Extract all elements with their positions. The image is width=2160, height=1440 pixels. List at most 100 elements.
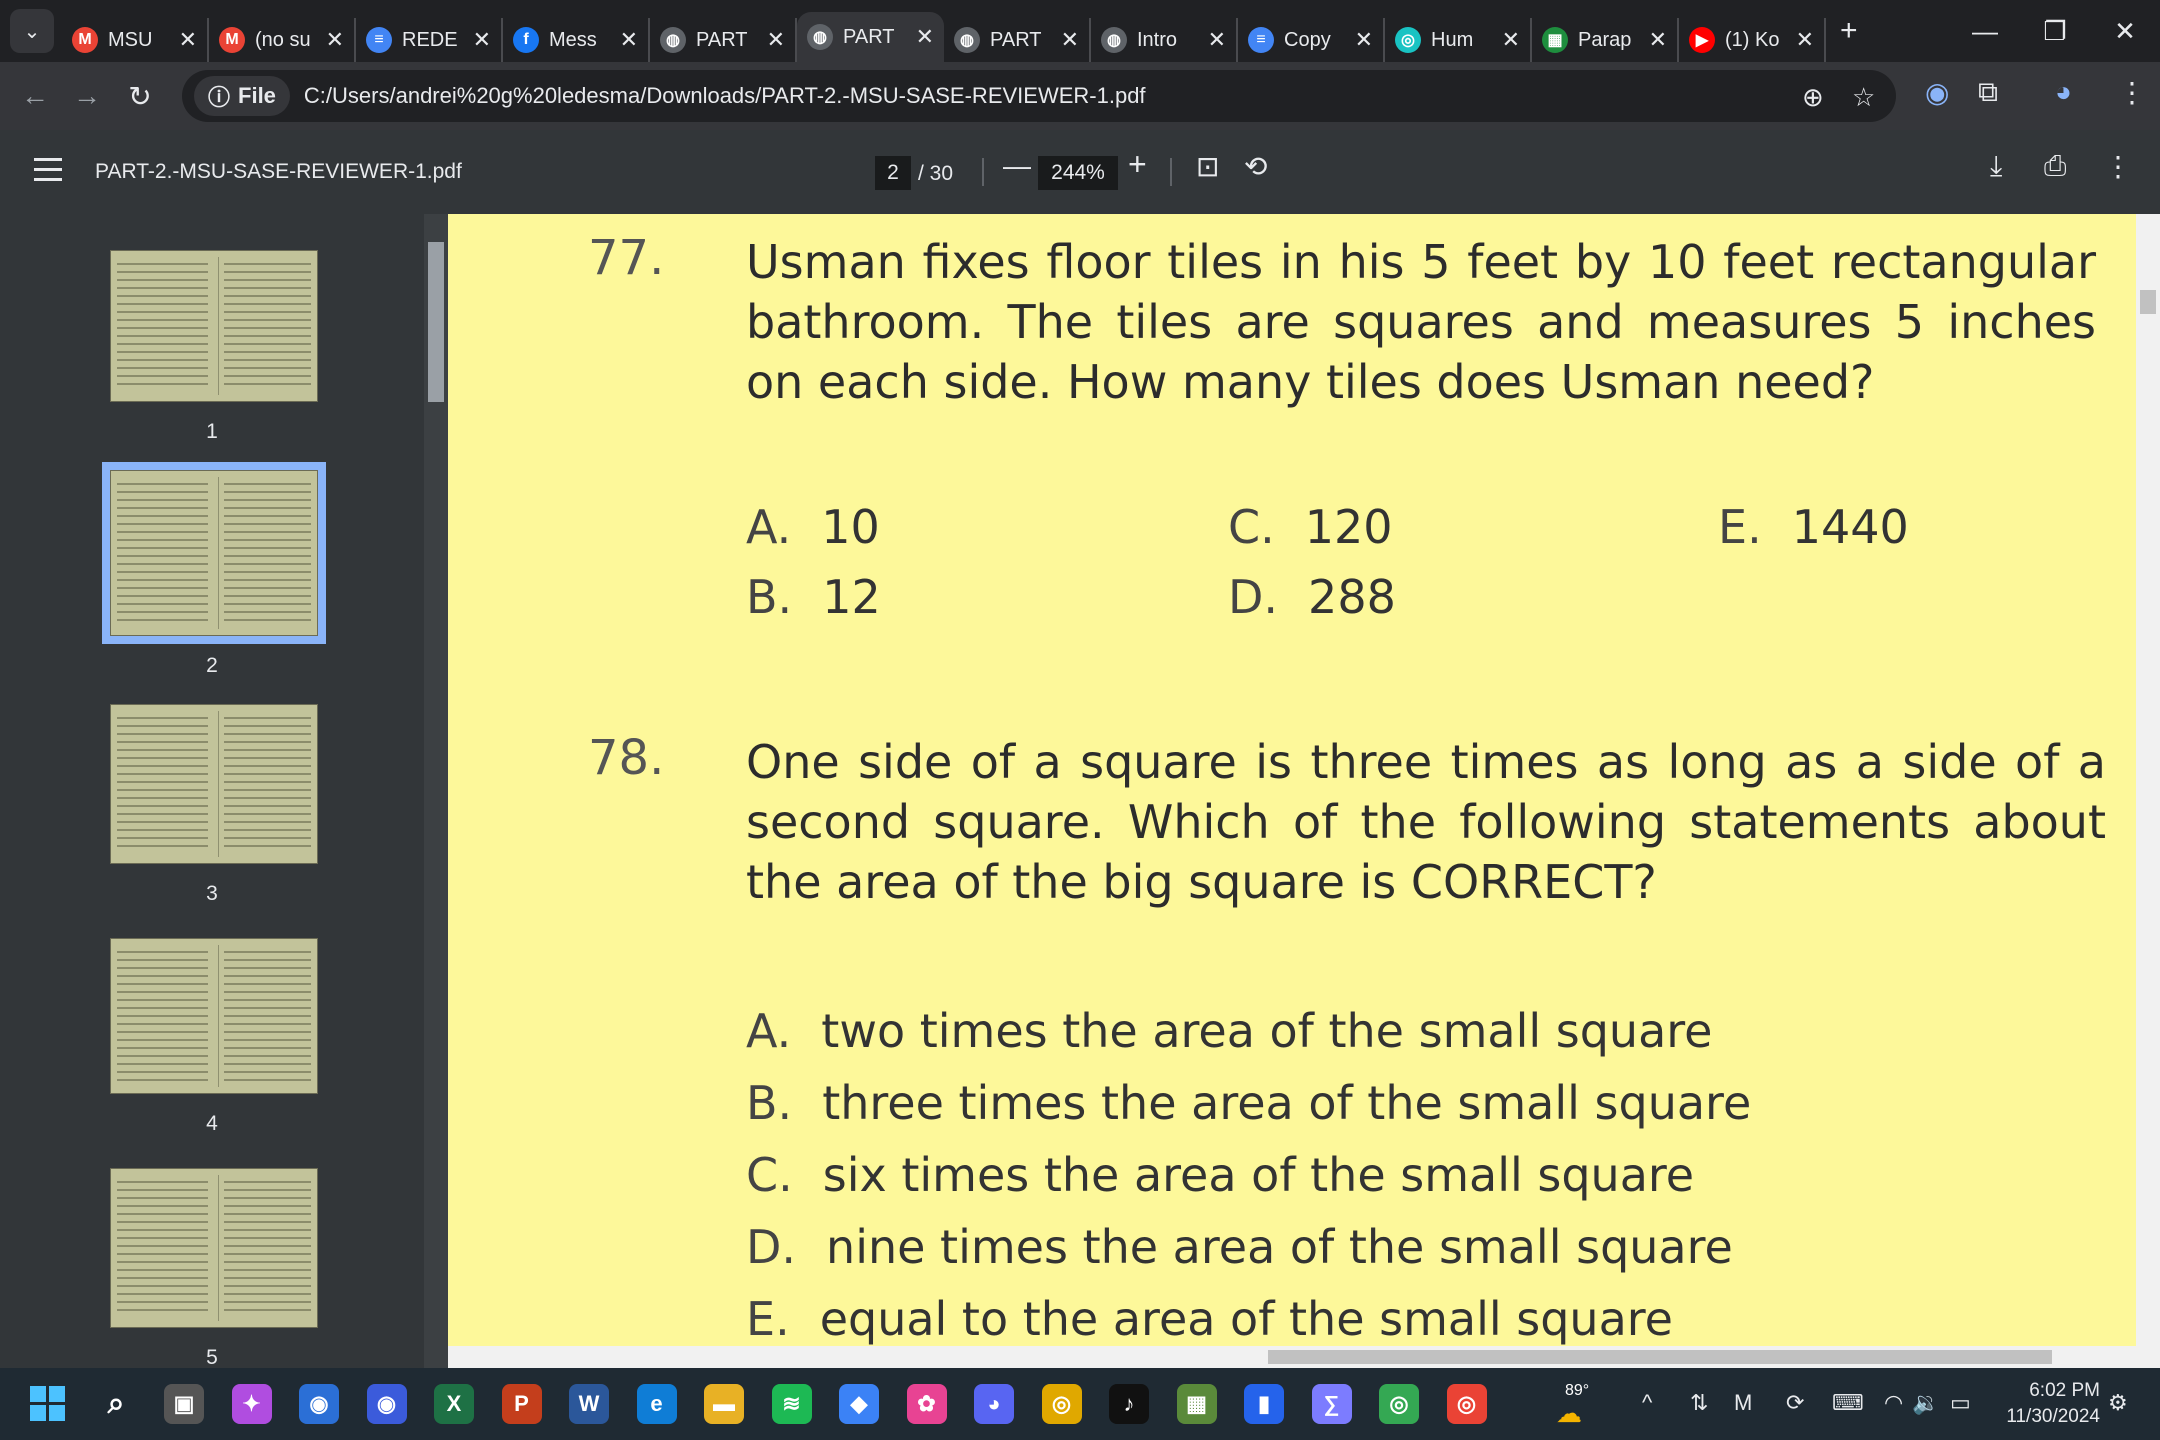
page-scrollbar[interactable] xyxy=(2136,214,2160,1346)
answer-option: A. 10 xyxy=(746,500,880,554)
browser-tab[interactable]: M (no su ✕ xyxy=(209,18,356,62)
zoom-out-button[interactable]: — xyxy=(1003,150,1031,182)
print-icon[interactable]: ⎙ xyxy=(2044,150,2066,183)
browser-tab[interactable]: ◍ PART ✕ xyxy=(650,18,797,62)
url-text[interactable]: C:/Users/andrei%20g%20ledesma/Downloads/… xyxy=(304,83,1146,109)
restore-button[interactable]: ❐ xyxy=(2020,0,2090,62)
page-thumbnail[interactable] xyxy=(110,704,318,864)
tiktok-icon[interactable]: ♪ xyxy=(1109,1384,1149,1424)
browser-menu-icon[interactable]: ⋮ xyxy=(2118,76,2146,109)
page-scroll-thumb[interactable] xyxy=(2140,290,2156,314)
omnibox[interactable]: ⓘ File C:/Users/andrei%20g%20ledesma/Dow… xyxy=(182,70,1896,122)
extension-icon[interactable]: ◉ xyxy=(1925,76,1949,109)
close-tab-icon[interactable]: ✕ xyxy=(179,27,197,53)
cortana-icon[interactable]: ◉ xyxy=(299,1384,339,1424)
close-window-button[interactable]: ✕ xyxy=(2090,0,2160,62)
profile-avatar[interactable]: ◕ xyxy=(2055,76,2072,108)
new-tab-button[interactable]: + xyxy=(1840,14,1858,48)
keyboard-icon[interactable]: ⌨ xyxy=(1832,1390,1864,1416)
tray-app-icon[interactable]: M xyxy=(1734,1390,1752,1416)
copilot-icon[interactable]: ✦ xyxy=(231,1384,272,1424)
close-tab-icon[interactable]: ✕ xyxy=(473,27,491,53)
spotify-icon[interactable]: ≋ xyxy=(771,1384,812,1424)
excel-icon[interactable]: X xyxy=(434,1384,474,1424)
word-icon[interactable]: W xyxy=(569,1384,609,1424)
bookmark-star-icon[interactable]: ☆ xyxy=(1852,82,1875,113)
page-thumbnail[interactable] xyxy=(102,462,326,644)
browser-tab[interactable]: ◍ PART ✕ xyxy=(797,12,944,62)
browser-tab[interactable]: ▶ (1) Ko ✕ xyxy=(1679,18,1826,62)
browser-tab[interactable]: M MSU ✕ xyxy=(62,18,209,62)
close-tab-icon[interactable]: ✕ xyxy=(767,27,785,53)
file-explorer-icon[interactable]: ▬ xyxy=(704,1384,744,1424)
page-thumbnail[interactable] xyxy=(110,938,318,1094)
task-view-icon[interactable]: ▣ xyxy=(164,1384,204,1424)
zoom-level-input[interactable]: 244% xyxy=(1038,156,1118,190)
clock[interactable]: 6:02 PM 11/30/2024 xyxy=(1990,1378,2100,1430)
browser-tab[interactable]: f Mess ✕ xyxy=(503,18,650,62)
close-tab-icon[interactable]: ✕ xyxy=(1208,27,1226,53)
tray-app-icon[interactable]: ⟳ xyxy=(1786,1390,1804,1416)
option-text: 120 xyxy=(1304,500,1393,554)
battery-icon[interactable]: ▭ xyxy=(1950,1390,1971,1416)
start-icon[interactable] xyxy=(28,1384,68,1424)
app-icon[interactable]: ✿ xyxy=(906,1384,947,1424)
tab-title: Copy xyxy=(1284,28,1331,51)
minecraft-icon[interactable]: ▦ xyxy=(1176,1384,1217,1424)
close-tab-icon[interactable]: ✕ xyxy=(1502,27,1520,53)
app-icon[interactable]: ∑ xyxy=(1311,1384,1352,1424)
pdf-viewer[interactable]: 77. Usman fixes floor tiles in his 5 fee… xyxy=(448,214,2136,1346)
page-thumbnail[interactable] xyxy=(110,250,318,402)
forward-button[interactable]: → xyxy=(62,80,112,112)
rotate-icon[interactable]: ⟲ xyxy=(1244,150,1267,183)
browser-tab[interactable]: ▦ Parap ✕ xyxy=(1532,18,1679,62)
close-tab-icon[interactable]: ✕ xyxy=(1649,27,1667,53)
chrome-icon[interactable]: ◎ xyxy=(1041,1384,1082,1424)
volume-icon[interactable]: 🔉 xyxy=(1912,1390,1939,1416)
minimize-button[interactable]: — xyxy=(1950,0,2020,62)
edge-icon[interactable]: e xyxy=(636,1384,677,1424)
browser-tab[interactable]: ≡ Copy ✕ xyxy=(1238,18,1385,62)
close-tab-icon[interactable]: ✕ xyxy=(1355,27,1373,53)
powerpoint-icon[interactable]: P xyxy=(501,1384,542,1424)
fit-page-icon[interactable]: ⊡ xyxy=(1196,150,1219,183)
app-icon[interactable]: ▮ xyxy=(1244,1384,1284,1424)
weather-icon[interactable]: ☁ xyxy=(1556,1398,1582,1429)
wifi-icon[interactable]: ◠ xyxy=(1884,1390,1903,1416)
browser-tab[interactable]: ◍ Intro ✕ xyxy=(1091,18,1238,62)
zoom-in-button[interactable]: + xyxy=(1128,146,1147,183)
browser-tab[interactable]: ≡ REDE ✕ xyxy=(356,18,503,62)
close-tab-icon[interactable]: ✕ xyxy=(916,24,934,50)
extensions-puzzle-icon[interactable]: ⧉ xyxy=(1978,76,1998,109)
download-icon[interactable]: ⤓ xyxy=(1990,150,2002,183)
sidebar-menu-icon[interactable] xyxy=(34,158,62,188)
browser-tab[interactable]: ◍ PART ✕ xyxy=(944,18,1091,62)
tab-search-button[interactable]: ⌄ xyxy=(10,9,54,53)
tray-app-icon[interactable]: ⇅ xyxy=(1690,1390,1708,1416)
browser-tab[interactable]: ◎ Hum ✕ xyxy=(1385,18,1532,62)
close-tab-icon[interactable]: ✕ xyxy=(1061,27,1079,53)
close-tab-icon[interactable]: ✕ xyxy=(620,27,638,53)
sidebar-scrollbar[interactable] xyxy=(424,214,448,1368)
notifications-icon[interactable]: ⚙ xyxy=(2108,1390,2128,1416)
app-icon[interactable]: ◆ xyxy=(839,1384,879,1424)
youtube-icon: ▶ xyxy=(1689,27,1715,53)
reload-button[interactable]: ↻ xyxy=(115,80,165,113)
close-tab-icon[interactable]: ✕ xyxy=(1796,27,1814,53)
back-button[interactable]: ← xyxy=(10,80,60,112)
page-number-input[interactable]: 2 xyxy=(875,156,911,190)
app-icon[interactable]: ◉ xyxy=(366,1384,407,1424)
horizontal-scrollbar[interactable] xyxy=(448,1346,2160,1368)
page-thumbnail[interactable] xyxy=(110,1168,318,1328)
site-info-chip[interactable]: ⓘ File xyxy=(194,76,290,116)
sidebar-scroll-thumb[interactable] xyxy=(428,242,444,402)
search-icon[interactable]: ⌕ xyxy=(96,1384,136,1424)
zoom-icon[interactable]: ⊕ xyxy=(1802,82,1824,113)
chevron-up-icon[interactable]: ^ xyxy=(1642,1390,1652,1416)
chrome-icon[interactable]: ◎ xyxy=(1446,1384,1487,1424)
discord-icon[interactable]: ◕ xyxy=(974,1384,1014,1424)
chrome-icon[interactable]: ◎ xyxy=(1379,1384,1419,1424)
more-actions-icon[interactable]: ⋮ xyxy=(2104,150,2132,183)
close-tab-icon[interactable]: ✕ xyxy=(326,27,344,53)
horizontal-scroll-thumb[interactable] xyxy=(1268,1350,2052,1364)
